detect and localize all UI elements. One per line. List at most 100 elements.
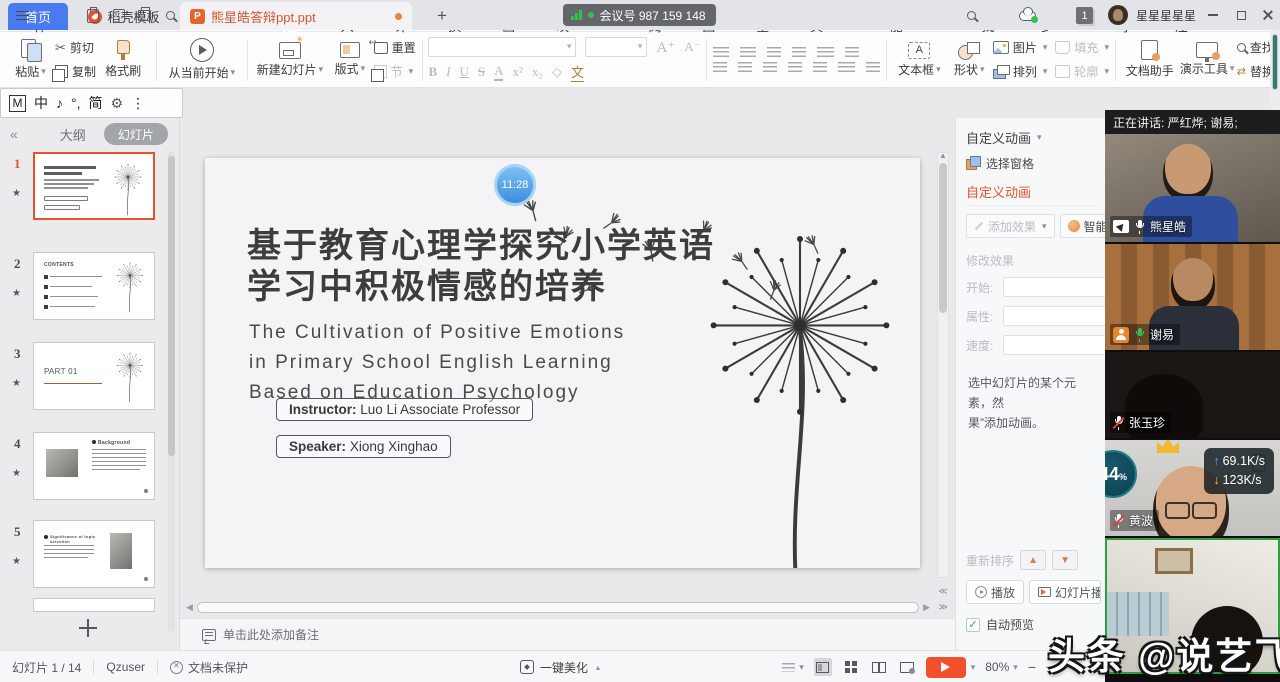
slide-sorter-view-button[interactable] [842, 658, 860, 676]
normal-view-button[interactable] [814, 658, 832, 676]
user-avatar[interactable] [1108, 5, 1128, 25]
align-left-button[interactable] [713, 62, 727, 72]
reorder-down-button[interactable]: ▼ [1052, 550, 1078, 570]
superscript-button[interactable]: x² [512, 64, 522, 80]
section-button[interactable]: 节▾ [374, 62, 416, 82]
replace-button[interactable]: ⇄替换 [1237, 62, 1274, 82]
increase-indent-button[interactable] [792, 47, 806, 57]
editor-horizontal-scrollbar[interactable]: ◀ ▶ [186, 600, 930, 615]
slide-canvas[interactable]: 11:28 基于教育心理学探究小学英语 学习中积极情感的培养 The Culti… [205, 158, 920, 568]
tab-outline[interactable]: 大纲 [60, 125, 86, 144]
fill-button[interactable]: 填充▾ [1055, 38, 1109, 58]
italic-button[interactable]: I [446, 64, 450, 80]
line-spacing-button[interactable] [845, 47, 859, 57]
decrease-indent-button[interactable] [767, 47, 781, 57]
align-center-button[interactable] [738, 62, 752, 72]
zoom-level-select[interactable]: 80%▾ [985, 660, 1018, 674]
tab-document[interactable]: P 熊星皓答辩ppt.ppt [180, 2, 412, 30]
smart-animation-button[interactable]: 智能动画 [1060, 214, 1105, 238]
ime-language-toggle[interactable]: 中 [34, 93, 48, 113]
save-button[interactable] [85, 8, 101, 24]
video-tile-2[interactable]: 谢易 [1105, 244, 1280, 352]
slide-subtitle-english[interactable]: The Cultivation of Positive Emotions in … [249, 318, 625, 408]
previous-slide-button[interactable]: ≪ [936, 584, 950, 599]
justify-button[interactable] [788, 62, 802, 72]
cut-button[interactable]: ✂剪切 [55, 38, 96, 58]
reset-button[interactable]: 重置 [374, 38, 416, 58]
tab-slides[interactable]: 幻灯片 [104, 123, 168, 145]
scroll-up-arrow[interactable]: ▲ [938, 151, 948, 160]
slide-title-chinese[interactable]: 基于教育心理学探究小学英语 学习中积极情感的培养 [247, 226, 715, 308]
text-direction-button[interactable] [817, 47, 834, 57]
increase-font-button[interactable]: A⁺ [656, 38, 675, 57]
window-count-badge[interactable]: 1 [1076, 7, 1093, 24]
scrollbar-thumb[interactable] [197, 602, 919, 613]
textbox-button[interactable]: A 文本框▾ [893, 35, 945, 85]
font-color-button[interactable]: A [494, 63, 503, 81]
slide-thumbnail-5[interactable]: Significance of topic selection [33, 520, 155, 588]
play-from-current-button[interactable]: 从当前开始▾ [163, 35, 241, 85]
video-tile-3[interactable]: 张玉珍 [1105, 352, 1280, 440]
bullet-list-button[interactable] [713, 47, 729, 57]
close-button[interactable] [1254, 0, 1280, 30]
collapse-panel-button[interactable]: « [10, 126, 18, 142]
align-right-button[interactable] [763, 62, 777, 72]
ime-more-icon[interactable]: ⋮ [131, 95, 145, 112]
doc-assistant-button[interactable]: 文档助手 [1122, 35, 1178, 85]
next-slide-button[interactable]: ≪ [936, 599, 950, 614]
subscript-button[interactable]: x₂ [532, 64, 543, 80]
scrollbar-thumb[interactable] [168, 156, 175, 456]
ime-punctuation-toggle[interactable]: °, [71, 95, 81, 111]
meeting-id-badge[interactable]: 会议号 987 159 148 [563, 4, 716, 26]
slideshow-play-button[interactable]: 幻灯片播放 [1029, 580, 1101, 604]
one-click-beautify-button[interactable]: 一键美化 ▴ [520, 651, 600, 682]
copy-button[interactable]: 复制 [55, 62, 96, 82]
slide-thumbnail-4[interactable]: Background [33, 432, 155, 500]
bold-button[interactable]: B [428, 64, 437, 80]
maximize-button[interactable] [1228, 0, 1254, 30]
slide-thumbnail-3[interactable]: PART 01 [33, 342, 155, 410]
presenter-view-button[interactable] [898, 658, 916, 676]
notes-bar[interactable]: 单击此处添加备注 [180, 618, 955, 650]
new-tab-button[interactable]: + [428, 2, 456, 30]
slide-thumbnail-2[interactable]: CONTENTS [33, 252, 155, 320]
zoom-out-button[interactable]: − [1028, 659, 1036, 675]
ime-tone-icon[interactable]: ♪ [56, 95, 63, 111]
output-button[interactable] [111, 8, 127, 24]
scrollbar-thumb[interactable] [1272, 34, 1278, 90]
minimize-button[interactable] [1200, 0, 1226, 30]
instructor-box[interactable]: Instructor: Luo Li Associate Professor [276, 398, 533, 421]
video-tile-4[interactable]: 44 % ↑69.1K/s ↓123K/s 黄波 [1105, 440, 1280, 538]
play-animation-button[interactable]: 播放 [966, 580, 1024, 604]
speed-select[interactable] [1003, 335, 1105, 355]
present-tools-button[interactable]: 演示工具▾ [1178, 35, 1237, 85]
notes-toggle-button[interactable]: ▾ [782, 662, 804, 673]
picture-button[interactable]: 图片▾ [993, 38, 1048, 58]
strikethrough-button[interactable]: S [478, 64, 485, 80]
arrange-button[interactable]: 排列▾ [993, 62, 1048, 82]
shapes-button[interactable]: 形状▾ [946, 35, 993, 85]
format-painter-button[interactable]: 格式刷 [96, 35, 150, 85]
thumbnails-scrollbar[interactable] [168, 152, 175, 632]
vertical-align-button[interactable] [866, 62, 880, 72]
phonetic-guide-button[interactable]: 文 [571, 62, 584, 82]
scroll-right-arrow[interactable]: ▶ [923, 602, 930, 613]
scroll-left-arrow[interactable]: ◀ [186, 602, 193, 613]
font-family-select[interactable] [428, 37, 576, 57]
editor-vertical-scrollbar[interactable]: ▲ [937, 152, 949, 578]
document-protection-status[interactable]: 文档未保护 [170, 659, 248, 676]
ime-settings-icon[interactable]: ⚙ [111, 95, 124, 112]
ime-simplified-toggle[interactable]: 简 [89, 93, 103, 113]
slide-thumbnail-1[interactable] [33, 152, 155, 220]
numbered-list-button[interactable] [740, 47, 756, 57]
reading-view-button[interactable] [870, 658, 888, 676]
clear-format-button[interactable]: ◇ [552, 64, 562, 80]
scrollbar-thumb[interactable] [939, 163, 947, 313]
layout-button[interactable]: 版式▾ [326, 35, 373, 85]
decrease-font-button[interactable]: A⁻ [684, 39, 700, 55]
property-select[interactable] [1003, 306, 1105, 326]
video-tile-1[interactable]: 熊星皓 [1105, 134, 1280, 244]
account-name[interactable]: Qzuser [106, 660, 145, 674]
add-slide-button[interactable] [70, 616, 106, 640]
distribute-button[interactable] [813, 62, 827, 72]
